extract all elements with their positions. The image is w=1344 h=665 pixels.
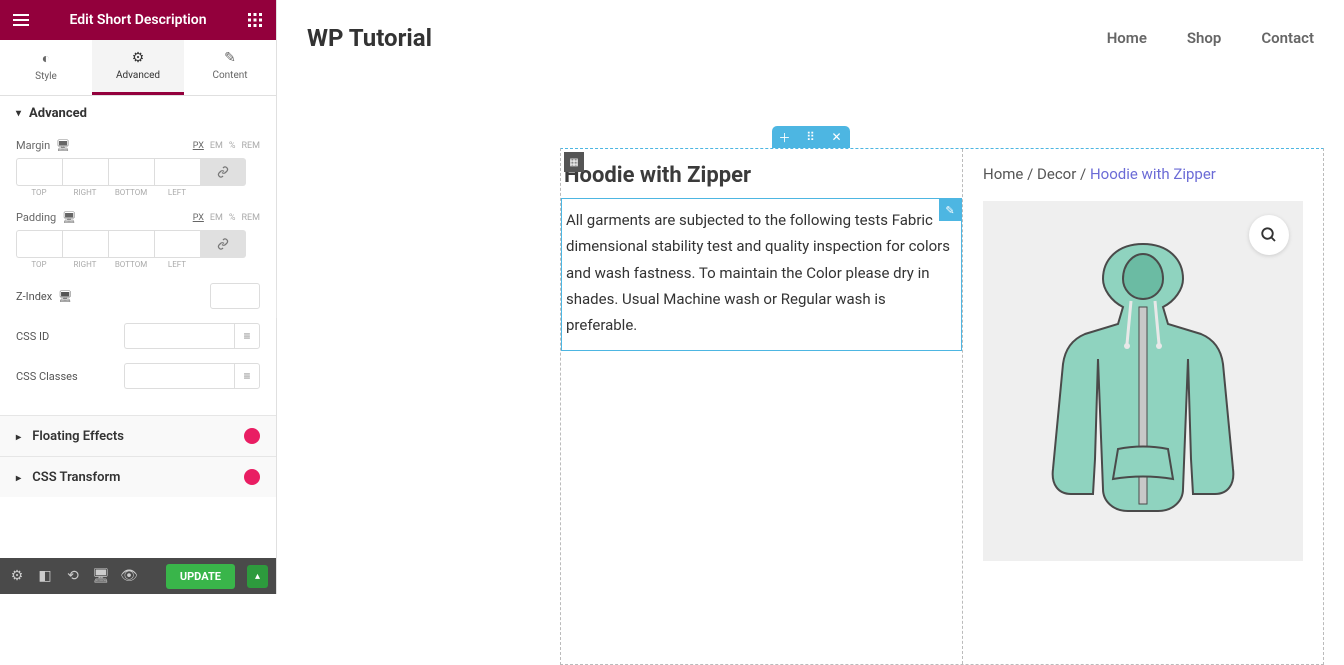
site-header: WP Tutorial Home Shop Contact <box>277 0 1344 86</box>
preview-icon[interactable]: 👁 <box>120 568 138 584</box>
unit-pct[interactable]: % <box>229 213 236 223</box>
margin-left-input[interactable] <box>154 158 200 186</box>
update-button[interactable]: UPDATE <box>166 564 235 589</box>
gear-icon: ⚙ <box>96 50 180 66</box>
caret-right-icon: ▸ <box>16 432 21 443</box>
section-css-transform[interactable]: ▸ CSS Transform <box>0 456 276 497</box>
desktop-icon[interactable]: 🖥 <box>56 139 70 152</box>
delete-section-button[interactable]: ✕ <box>824 126 850 148</box>
unit-px[interactable]: PX <box>193 213 204 223</box>
panel-title: Edit Short Description <box>30 12 246 28</box>
product-image[interactable] <box>983 201 1303 561</box>
tab-advanced[interactable]: ⚙ Advanced <box>92 40 184 95</box>
tab-content[interactable]: ✎ Content <box>184 40 276 95</box>
cssid-label: CSS ID <box>16 330 49 343</box>
desktop-icon[interactable]: 🖥 <box>58 290 72 303</box>
site-title[interactable]: WP Tutorial <box>307 24 432 52</box>
panel-footer: ⚙ ◧ ⟲ 🖥 👁 UPDATE ▴ <box>0 558 276 594</box>
zindex-label: Z-Index 🖥 <box>16 290 72 303</box>
zoom-icon[interactable] <box>1249 215 1289 255</box>
section-advanced-toggle[interactable]: ▾ Advanced <box>0 96 276 131</box>
dynamic-tag-button[interactable]: ≡ <box>234 323 260 349</box>
update-options-button[interactable]: ▴ <box>247 565 268 588</box>
hamburger-icon[interactable] <box>12 11 30 29</box>
breadcrumb: Home / Decor / Hoodie with Zipper <box>983 165 1303 183</box>
unit-px[interactable]: PX <box>193 141 204 151</box>
product-title[interactable]: Hoodie with Zipper <box>561 149 962 198</box>
contrast-icon: ◐ <box>4 50 88 67</box>
tab-style[interactable]: ◐ Style <box>0 40 92 95</box>
padding-top-input[interactable] <box>16 230 62 258</box>
nav-home[interactable]: Home <box>1107 29 1147 47</box>
hoodie-illustration <box>1023 229 1263 529</box>
margin-top-input[interactable] <box>16 158 62 186</box>
cssclasses-input[interactable] <box>124 363 234 389</box>
add-section-button[interactable]: ＋ <box>772 126 798 148</box>
responsive-icon[interactable]: 🖥 <box>92 568 110 584</box>
nav-contact[interactable]: Contact <box>1261 29 1314 47</box>
column-handle[interactable]: ▦ <box>564 152 584 172</box>
desktop-icon[interactable]: 🖥 <box>62 211 76 224</box>
pencil-icon: ✎ <box>188 50 272 66</box>
unit-rem[interactable]: REM <box>241 141 260 151</box>
caret-down-icon: ▾ <box>16 108 21 119</box>
section-floating-effects[interactable]: ▸ Floating Effects <box>0 415 276 456</box>
edit-widget-button[interactable]: ✎ <box>939 199 961 221</box>
widgets-grid-icon[interactable] <box>246 11 264 29</box>
nav-shop[interactable]: Shop <box>1187 29 1221 47</box>
panel-header: Edit Short Description <box>0 0 276 40</box>
navigator-icon[interactable]: ◧ <box>36 568 54 584</box>
cssclasses-label: CSS Classes <box>16 370 78 383</box>
short-description-widget[interactable]: ✎ All garments are subjected to the foll… <box>561 198 962 351</box>
breadcrumb-current: Hoodie with Zipper <box>1090 165 1216 183</box>
margin-label: Margin 🖥 <box>16 139 70 152</box>
breadcrumb-home[interactable]: Home <box>983 165 1023 183</box>
settings-icon[interactable]: ⚙ <box>8 568 26 584</box>
margin-bottom-input[interactable] <box>108 158 154 186</box>
breadcrumb-category[interactable]: Decor <box>1037 165 1076 183</box>
padding-bottom-input[interactable] <box>108 230 154 258</box>
caret-right-icon: ▸ <box>16 473 21 484</box>
link-values-button[interactable] <box>200 158 246 186</box>
edit-section-button[interactable]: ⠿ <box>798 126 824 148</box>
zindex-input[interactable] <box>210 283 260 309</box>
link-values-button[interactable] <box>200 230 246 258</box>
unit-em[interactable]: EM <box>210 213 223 223</box>
section-toolbar: ＋ ⠿ ✕ <box>772 126 850 148</box>
happy-addons-badge <box>244 469 260 485</box>
unit-em[interactable]: EM <box>210 141 223 151</box>
unit-pct[interactable]: % <box>229 141 236 151</box>
short-description-text: All garments are subjected to the follow… <box>562 199 961 350</box>
dynamic-tag-button[interactable]: ≡ <box>234 363 260 389</box>
unit-rem[interactable]: REM <box>241 213 260 223</box>
history-icon[interactable]: ⟲ <box>64 568 82 584</box>
happy-addons-badge <box>244 428 260 444</box>
padding-label: Padding 🖥 <box>16 211 76 224</box>
padding-left-input[interactable] <box>154 230 200 258</box>
padding-right-input[interactable] <box>62 230 108 258</box>
cssid-input[interactable] <box>124 323 234 349</box>
margin-right-input[interactable] <box>62 158 108 186</box>
